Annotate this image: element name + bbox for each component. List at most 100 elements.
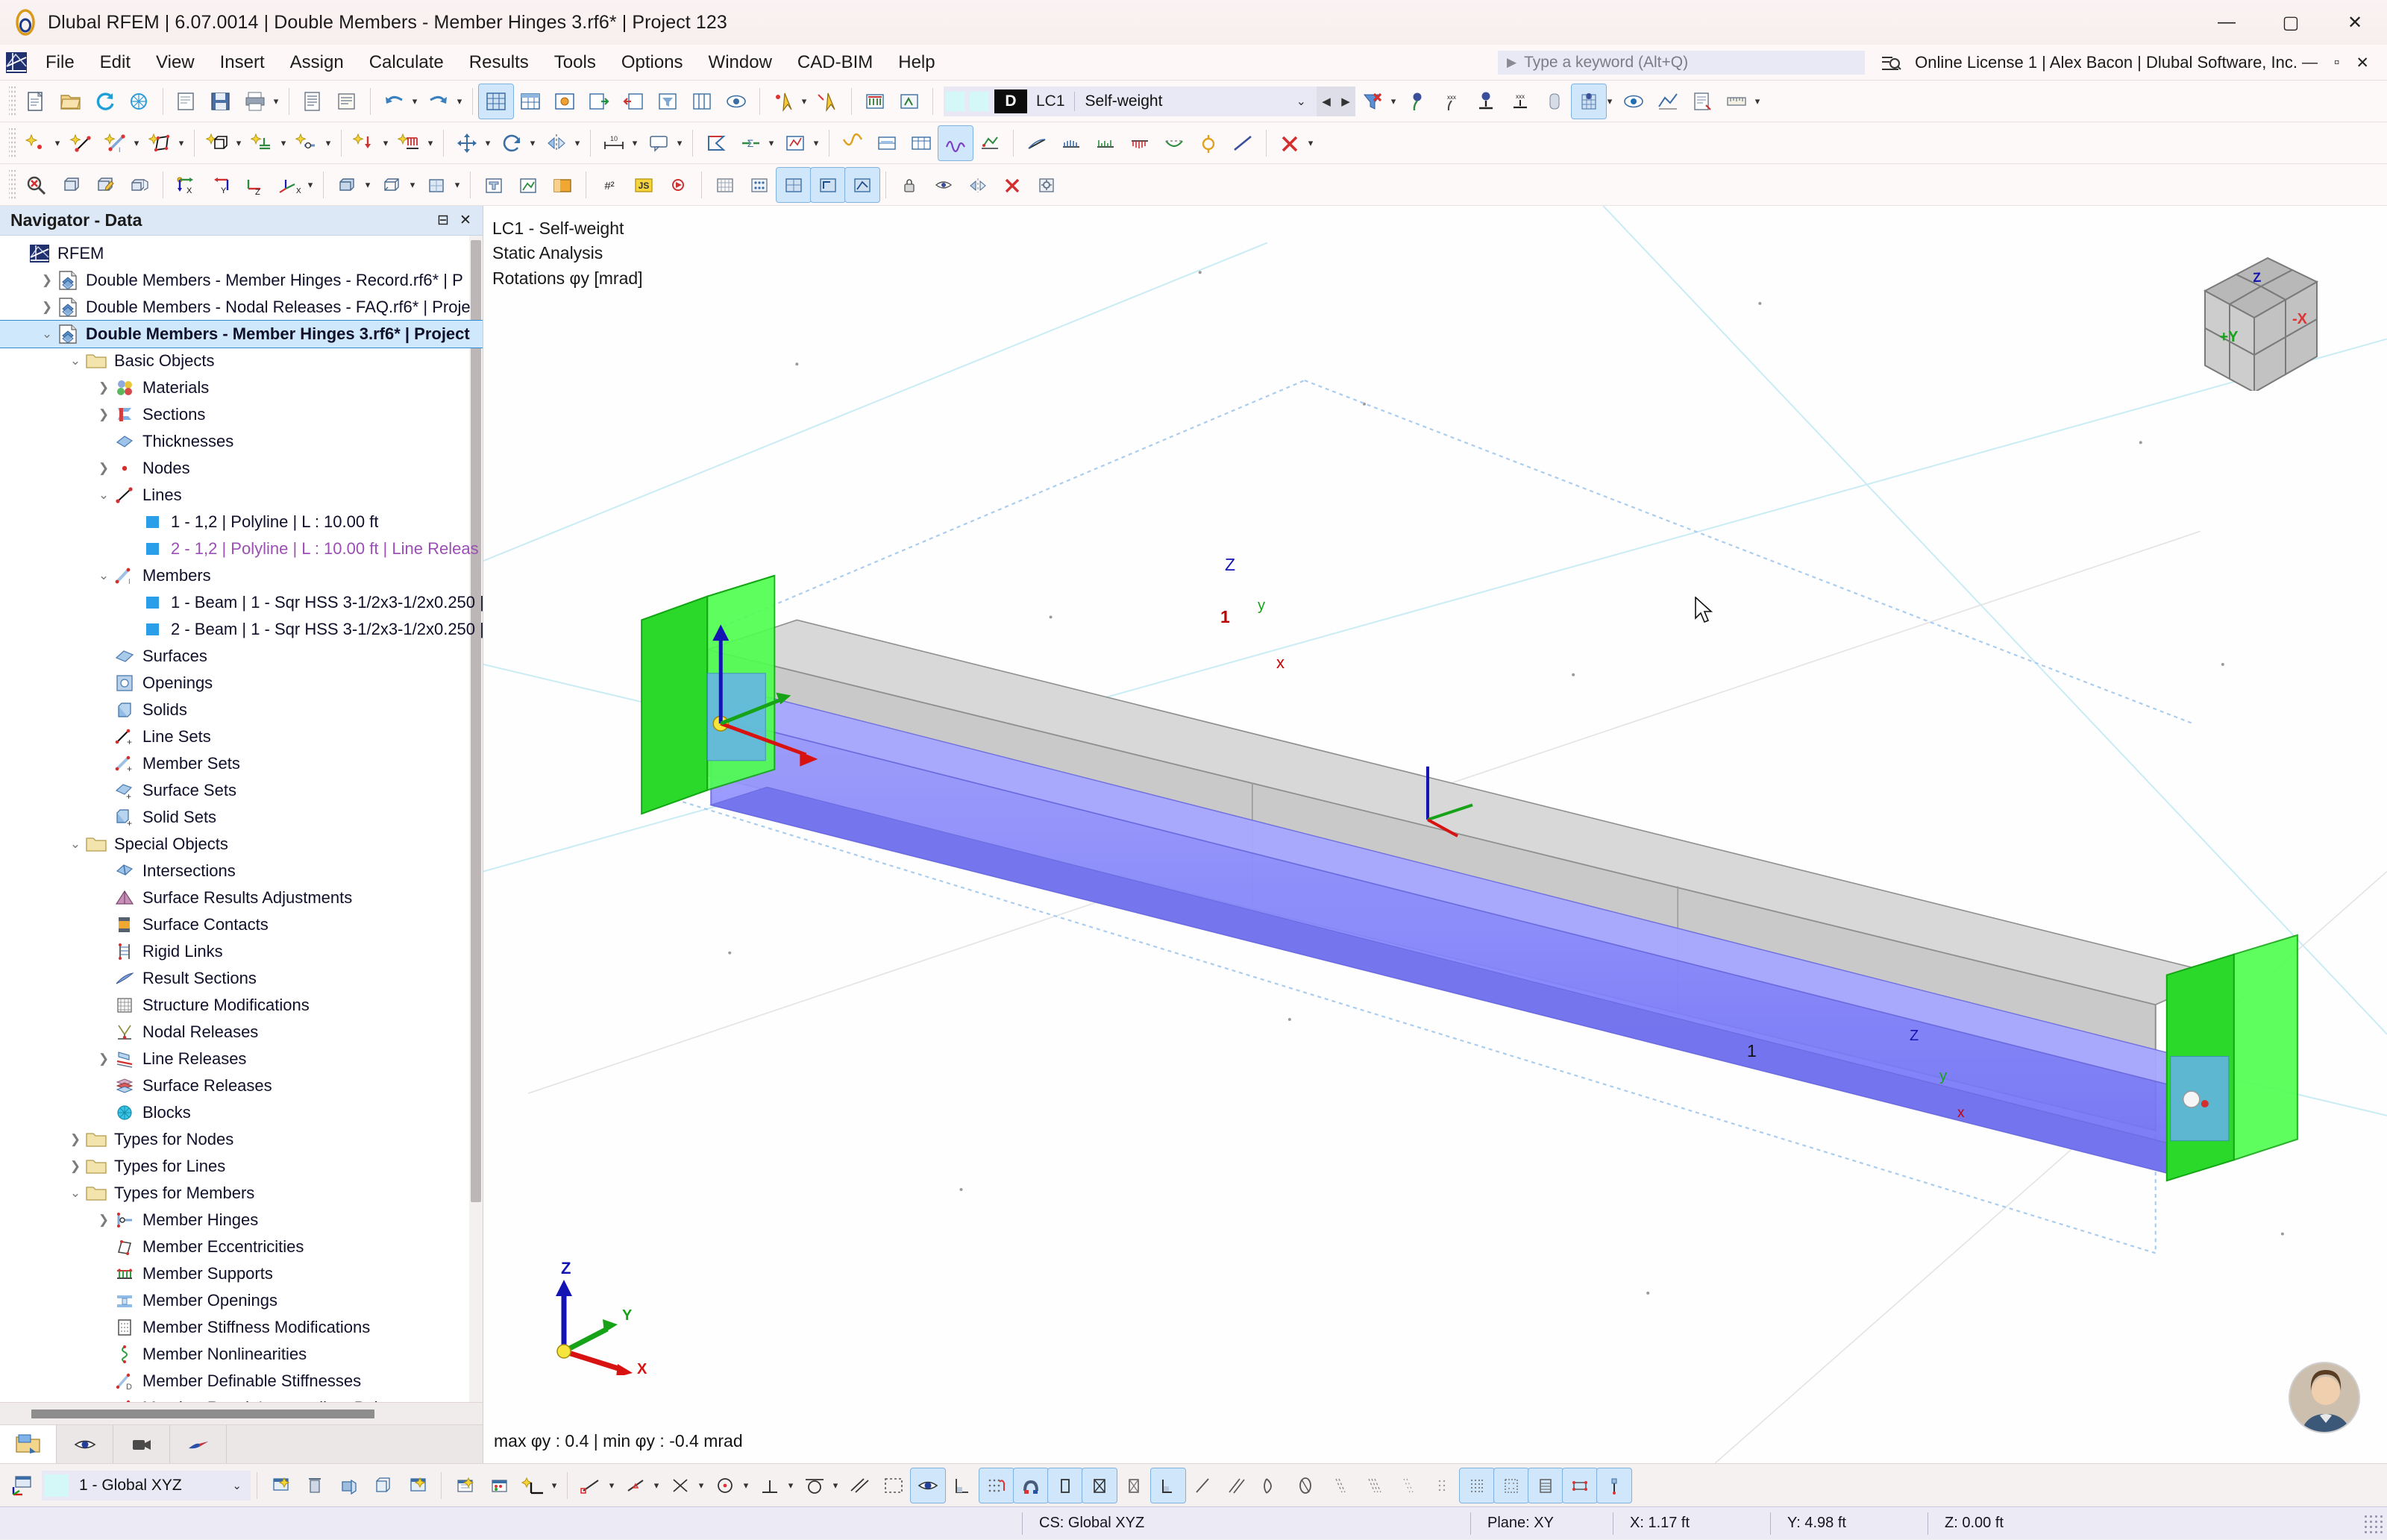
hatch2-display-button[interactable] bbox=[1357, 1468, 1391, 1503]
tree-item-line-releases[interactable]: ❯ Line Releases bbox=[0, 1046, 483, 1072]
select-objects-button[interactable] bbox=[766, 84, 800, 119]
measure-button[interactable] bbox=[1719, 84, 1754, 119]
mirror-view-button[interactable] bbox=[961, 168, 995, 202]
result-values-button[interactable] bbox=[1571, 83, 1607, 119]
chevron-down-icon[interactable]: ⌄ bbox=[37, 324, 57, 344]
tree-item-double-members-nodal-releases-faq-rf6-proje[interactable]: ❯ Double Members - Nodal Releases - FAQ.r… bbox=[0, 294, 483, 321]
hatch3-display-button[interactable] bbox=[1391, 1468, 1425, 1503]
tree-item-nodal-releases[interactable]: Nodal Releases bbox=[0, 1019, 483, 1046]
print-button[interactable] bbox=[238, 84, 272, 119]
chevron-right-icon[interactable]: ❯ bbox=[37, 271, 57, 290]
load-combinations-button[interactable] bbox=[892, 84, 926, 119]
new-hinge-button[interactable] bbox=[290, 126, 324, 160]
solids-display-button[interactable] bbox=[1117, 1468, 1151, 1503]
toolbar3-grip[interactable] bbox=[9, 169, 16, 200]
chevron-right-icon[interactable]: ❯ bbox=[37, 298, 57, 317]
arc-display-button[interactable] bbox=[1254, 1468, 1288, 1503]
sections-display-button[interactable] bbox=[477, 168, 511, 202]
result-sections-view-button[interactable] bbox=[1651, 84, 1685, 119]
new-working-plane-button[interactable] bbox=[263, 1468, 298, 1503]
new-member-button[interactable]: I bbox=[98, 126, 133, 160]
member-force-n-button[interactable] bbox=[1054, 126, 1088, 160]
subwindow-close[interactable]: ✕ bbox=[2356, 54, 2369, 72]
undo-button[interactable] bbox=[377, 84, 411, 119]
mesh-dense-button[interactable] bbox=[1459, 1467, 1495, 1503]
tree-item-surfaces[interactable]: Surfaces bbox=[0, 643, 483, 670]
tree-item-nodes[interactable]: ❯ Nodes bbox=[0, 455, 483, 482]
chevron-right-icon[interactable]: ❯ bbox=[94, 405, 113, 424]
visibility-button[interactable] bbox=[910, 1467, 946, 1503]
support-values-button[interactable]: xxx bbox=[1503, 84, 1537, 119]
snap-endpoint-button[interactable] bbox=[574, 1468, 608, 1503]
tree-item-solids[interactable]: Solids bbox=[0, 697, 483, 723]
minimize-button[interactable]: — bbox=[2195, 0, 2259, 45]
print-preview-button[interactable] bbox=[169, 84, 204, 119]
menu-window[interactable]: Window bbox=[696, 48, 785, 78]
tree-item-2-beam-1-sqr-hss-3-1-2x3-1-2x0-250[interactable]: 2 - Beam | 1 - Sqr HSS 3-1/2x3-1/2x0.250… bbox=[0, 616, 483, 643]
load-case-selector[interactable]: D LC1 Self-weight ⌄ bbox=[944, 86, 1317, 116]
load-case-next-button[interactable]: ▶ bbox=[1336, 86, 1355, 116]
chevron-down-icon[interactable]: ⌄ bbox=[66, 1184, 85, 1203]
tree-item-types-for-lines[interactable]: ❯ Types for Lines bbox=[0, 1153, 483, 1180]
export-table-button[interactable] bbox=[582, 84, 616, 119]
printout-button[interactable] bbox=[1685, 84, 1719, 119]
wireframe-button[interactable] bbox=[374, 168, 409, 202]
graphics-settings-button[interactable] bbox=[548, 84, 582, 119]
view-z-button[interactable]: Z bbox=[238, 168, 272, 202]
new-surface-button[interactable] bbox=[143, 126, 178, 160]
hide-objects-button[interactable] bbox=[926, 168, 961, 202]
tree-item-basic-objects[interactable]: ⌄ Basic Objects bbox=[0, 348, 483, 374]
delete-results-button[interactable] bbox=[1273, 126, 1307, 160]
new-line-load-button[interactable] bbox=[392, 126, 427, 160]
navigator-close-button[interactable]: ✕ bbox=[454, 210, 477, 232]
tree-item-rfem[interactable]: RFEM bbox=[0, 240, 483, 267]
dots-display-button[interactable] bbox=[1425, 1468, 1460, 1503]
surfaces-display-button[interactable] bbox=[1082, 1467, 1117, 1503]
tree-item-1-beam-1-sqr-hss-3-1-2x3-1-2x0-250[interactable]: 1 - Beam | 1 - Sqr HSS 3-1/2x3-1/2x0.250… bbox=[0, 589, 483, 616]
result-diagram-button[interactable] bbox=[1537, 84, 1572, 119]
grid-settings-button[interactable] bbox=[482, 1468, 516, 1503]
tree-item-member-definable-stiffnesses[interactable]: D Member Definable Stiffnesses bbox=[0, 1368, 483, 1395]
axis-snap-button[interactable] bbox=[516, 1468, 551, 1503]
ellipse-display-button[interactable] bbox=[1288, 1468, 1323, 1503]
navigator-tree[interactable]: RFEM ❯ Double Members - Member Hinges - Re… bbox=[0, 236, 483, 1402]
tree-item-surface-results-adjustments[interactable]: Surface Results Adjustments bbox=[0, 884, 483, 911]
javascript-button[interactable]: JS bbox=[627, 168, 661, 202]
result-line-button[interactable] bbox=[1226, 126, 1260, 160]
menu-insert[interactable]: Insert bbox=[207, 48, 277, 78]
chevron-right-icon[interactable]: ❯ bbox=[66, 1157, 85, 1176]
chevron-down-icon[interactable]: ⌄ bbox=[66, 351, 85, 371]
model-wizard-button[interactable] bbox=[122, 84, 157, 119]
table-columns-button[interactable] bbox=[685, 84, 719, 119]
menu-file[interactable]: File bbox=[33, 48, 87, 78]
open-model-button[interactable] bbox=[54, 84, 88, 119]
chevron-right-icon[interactable]: ❯ bbox=[94, 378, 113, 397]
view-iso-button[interactable]: X bbox=[272, 168, 307, 202]
menu-results[interactable]: Results bbox=[457, 48, 542, 78]
license-search-icon[interactable] bbox=[1881, 53, 1901, 72]
view-projection-button[interactable] bbox=[122, 168, 157, 202]
line-display-button[interactable] bbox=[1185, 1468, 1220, 1503]
tree-item-surface-releases[interactable]: Surface Releases bbox=[0, 1072, 483, 1099]
load-case-chevron-down-icon[interactable]: ⌄ bbox=[1286, 94, 1317, 109]
show-numbering-button[interactable] bbox=[478, 83, 514, 119]
menu-help[interactable]: Help bbox=[885, 48, 947, 78]
clear-results-button[interactable] bbox=[1355, 84, 1390, 119]
chevron-down-icon[interactable]: ⌄ bbox=[94, 566, 113, 585]
new-support-button[interactable] bbox=[245, 126, 280, 160]
calculate-button[interactable] bbox=[699, 126, 733, 160]
tree-item-result-sections[interactable]: Result Sections bbox=[0, 965, 483, 992]
tree-item-1-1-2-polyline-l-10-00-ft[interactable]: 1 - 1,2 | Polyline | L : 10.00 ft bbox=[0, 509, 483, 535]
tree-item-member-result-intermediate-points[interactable]: Member Result Intermediate Points bbox=[0, 1395, 483, 1402]
member-diagram-button[interactable] bbox=[1020, 126, 1054, 160]
support-reactions-button[interactable] bbox=[1469, 84, 1503, 119]
tree-item-member-openings[interactable]: Member Openings bbox=[0, 1287, 483, 1314]
member-results-button[interactable]: xxx bbox=[1434, 84, 1469, 119]
dimension-button[interactable]: 10 bbox=[597, 126, 631, 160]
menu-view[interactable]: View bbox=[143, 48, 207, 78]
nodal-support-results-button[interactable] bbox=[1400, 84, 1434, 119]
view-y-button[interactable]: Y bbox=[204, 168, 238, 202]
support-force-button[interactable] bbox=[1191, 126, 1226, 160]
tree-item-materials[interactable]: ❯ Materials bbox=[0, 374, 483, 401]
copy-working-plane-button[interactable] bbox=[366, 1468, 401, 1503]
